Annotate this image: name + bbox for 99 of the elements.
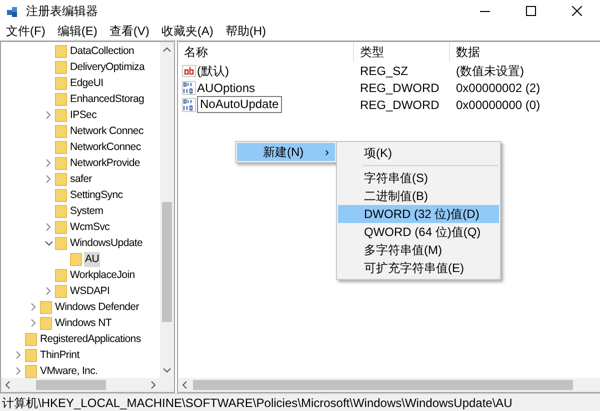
folder-icon (40, 316, 52, 330)
tree-item[interactable]: AU (84, 252, 100, 266)
maximize-icon (526, 6, 536, 16)
menu-item[interactable]: 收藏夹(A) (161, 22, 214, 40)
registry-cubes-icon (6, 4, 20, 18)
chevron-right-icon[interactable] (16, 351, 21, 359)
folder-icon (70, 252, 82, 266)
folder-icon (55, 92, 67, 106)
menu-item[interactable]: 项(K) (338, 144, 499, 162)
folder-icon (55, 76, 67, 90)
chevron-right-icon[interactable] (31, 303, 36, 311)
tree-item[interactable]: WindowsUpdate (69, 236, 144, 250)
folder-icon (55, 236, 67, 250)
tree-item[interactable]: DeliveryOptimiza (69, 60, 146, 74)
tree-item[interactable]: Network Connec (69, 124, 144, 138)
value-data: 0x00000000 (0) (456, 98, 540, 112)
scroll-down-icon[interactable] (163, 368, 171, 373)
window-title: 注册表编辑器 (26, 3, 98, 20)
chevron-right-icon[interactable] (46, 223, 51, 231)
value-type: REG_SZ (360, 64, 408, 78)
tree-item[interactable]: DataCollection (69, 44, 136, 58)
string-value-icon (182, 64, 196, 78)
horizontal-scrollbar[interactable] (1, 378, 174, 392)
horizontal-scrollbar[interactable] (178, 378, 600, 392)
binary-value-icon (182, 98, 196, 112)
folder-icon (55, 44, 67, 58)
tree-item[interactable]: WcmSvc (69, 220, 111, 234)
scroll-left-icon[interactable] (182, 381, 187, 389)
submenu-arrow: › (325, 144, 329, 161)
scroll-up-icon[interactable] (163, 47, 171, 52)
folder-icon (25, 364, 37, 378)
menu-item[interactable]: 查看(V) (109, 22, 150, 40)
menu-item[interactable]: 文件(F) (6, 22, 46, 40)
menu-item[interactable]: 新建(N) › (237, 143, 335, 161)
menu-item[interactable]: DWORD (32 位)值(D) (338, 205, 499, 223)
rename-field[interactable]: NoAutoUpdate (197, 96, 282, 113)
folder-icon (55, 156, 67, 170)
menu-item[interactable]: 可扩充字符串值(E) (338, 259, 499, 277)
folder-icon (55, 140, 67, 154)
tree-item[interactable]: WorkplaceJoin (69, 268, 136, 282)
tree-item[interactable]: SettingSync (69, 188, 124, 202)
value-name: (默认) (197, 62, 229, 80)
tree-item[interactable]: VMware, Inc. (39, 364, 99, 378)
value-type: REG_DWORD (360, 98, 440, 112)
column-header[interactable]: 类型 (360, 43, 384, 61)
menu-item[interactable]: 帮助(H) (225, 22, 266, 40)
scrollbar-thumb[interactable] (36, 380, 106, 390)
folder-icon (55, 172, 67, 186)
tree-item[interactable]: EdgeUI (69, 76, 104, 90)
tree-item[interactable]: EnhancedStorag (69, 92, 146, 106)
scroll-left-icon[interactable] (5, 381, 10, 389)
tree-item[interactable]: System (69, 204, 104, 218)
value-type: REG_DWORD (360, 80, 440, 94)
folder-icon (55, 108, 67, 122)
vertical-scrollbar[interactable] (160, 42, 174, 378)
value-name: AUOptions (197, 80, 256, 96)
menu-item[interactable]: 编辑(E) (57, 22, 98, 40)
tree-item[interactable]: IPSec (69, 108, 98, 122)
chevron-right-icon[interactable] (46, 111, 51, 119)
column-header[interactable]: 名称 (184, 43, 208, 61)
scrollbar-thumb[interactable] (162, 202, 172, 322)
folder-icon (55, 60, 67, 74)
value-data: 0x00000002 (2) (456, 80, 540, 94)
status-bar: 计算机\HKEY_LOCAL_MACHINE\SOFTWARE\Policies\Microsoft\Windows\WindowsUpdate\AU (0, 393, 600, 411)
menu-item[interactable]: 二进制值(B) (338, 187, 499, 205)
folder-icon (55, 284, 67, 298)
folder-icon (40, 300, 52, 314)
tree-item[interactable]: safer (69, 172, 93, 186)
scroll-right-icon[interactable] (151, 381, 156, 389)
chevron-right-icon[interactable] (46, 159, 51, 167)
folder-icon (25, 348, 37, 362)
chevron-right-icon[interactable] (46, 175, 51, 183)
scrollbar-thumb[interactable] (193, 380, 573, 390)
tree-item[interactable]: ThinPrint (39, 348, 80, 362)
folder-icon (55, 188, 67, 202)
minimize-icon (480, 10, 490, 12)
close-icon (572, 6, 582, 16)
tree-item[interactable]: RegisteredApplications (39, 332, 142, 346)
folder-icon (55, 204, 67, 218)
value-data: (数值未设置) (456, 64, 524, 78)
tree-item[interactable]: Windows Defender (54, 300, 140, 314)
tree-item[interactable]: Windows NT (54, 316, 113, 330)
chevron-down-icon[interactable] (44, 240, 52, 246)
chevron-right-icon[interactable] (16, 367, 21, 375)
tree-item[interactable]: WSDAPI (69, 284, 111, 298)
folder-icon (25, 332, 37, 346)
tree-item[interactable]: NetworkConnec (69, 140, 142, 154)
menu-item[interactable]: 字符串值(S) (338, 169, 499, 187)
chevron-right-icon[interactable] (31, 319, 36, 327)
menu-item-label: 新建(N) (263, 144, 304, 161)
folder-icon (55, 268, 67, 282)
folder-icon (55, 124, 67, 138)
chevron-right-icon[interactable] (46, 287, 51, 295)
column-header[interactable]: 数据 (456, 43, 480, 61)
folder-icon (55, 220, 67, 234)
menu-item[interactable]: 多字符串值(M) (338, 241, 499, 259)
tree-item[interactable]: NetworkProvide (69, 156, 141, 170)
menu-item[interactable]: QWORD (64 位)值(Q) (338, 223, 499, 241)
binary-value-icon (182, 80, 196, 94)
